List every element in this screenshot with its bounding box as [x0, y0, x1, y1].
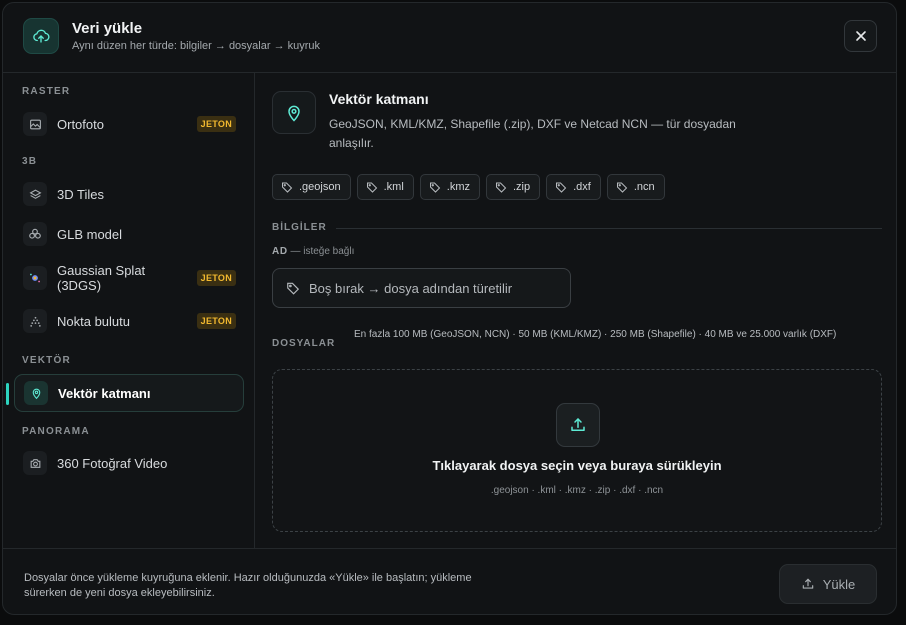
name-input[interactable]: Boş bırak → dosya adından türetilir [272, 268, 571, 308]
jeton-badge: JETON [196, 313, 236, 329]
layers-icon [23, 182, 47, 206]
sidebar-item-vektor-katmani[interactable]: Vektör katmanı [6, 374, 244, 412]
extension-chip: .geojson [272, 174, 351, 200]
tag-icon [496, 182, 507, 193]
dialog-header: Veri yükle Aynı düzen her türde: bilgile… [3, 3, 896, 73]
map-pin-icon [272, 91, 316, 134]
extension-chip: .kml [356, 174, 414, 200]
dialog-footer: Dosyalar önce yükleme kuyruğuna eklenir.… [3, 548, 896, 614]
upload-icon [802, 578, 813, 589]
group-label-raster: RASTER [22, 86, 71, 97]
cloud-upload-icon [23, 18, 59, 54]
group-label-panorama: PANORAMA [22, 426, 90, 437]
upload-dialog: Veri yükle Aynı düzen her türde: bilgile… [2, 2, 897, 615]
sidebar-item-label: 3D Tiles [57, 186, 104, 202]
close-icon [855, 31, 866, 41]
camera-icon [23, 451, 47, 475]
extension-chip: .zip [486, 174, 541, 200]
dialog-title: Veri yükle [72, 20, 143, 37]
extension-chip: .kmz [419, 174, 480, 200]
sidebar-item-label: Ortofoto [57, 116, 104, 132]
close-button[interactable] [844, 20, 877, 52]
jeton-badge: JETON [196, 116, 236, 132]
file-dropzone[interactable]: Tıklayarak dosya seçin veya buraya sürük… [272, 369, 882, 532]
type-sidebar: RASTER Ortofoto JETON 3B 3D Tiles GLB mo… [3, 73, 255, 548]
info-section-heading: BİLGİLER [272, 222, 327, 233]
tag-icon [282, 182, 293, 193]
dropzone-text: Tıklayarak dosya seçin veya buraya sürük… [432, 458, 722, 473]
type-title: Vektör katmanı [329, 91, 429, 107]
upload-icon [556, 403, 600, 447]
splat-icon [23, 266, 47, 290]
cubes-icon [23, 222, 47, 246]
map-pin-icon [24, 381, 48, 405]
sidebar-item-nokta-bulutu[interactable]: Nokta bulutu JETON [14, 304, 244, 338]
name-input-placeholder: Boş bırak → dosya adından türetilir [309, 280, 513, 296]
image-icon [23, 112, 47, 136]
name-field-label: AD — isteğe bağlı [272, 246, 355, 257]
extension-chip: .ncn [606, 174, 665, 200]
sidebar-item-gaussian-splat[interactable]: Gaussian Splat (3DGS) JETON [14, 257, 244, 299]
footer-note: Dosyalar önce yükleme kuyruğuna eklenir.… [24, 572, 472, 599]
point-cloud-icon [23, 309, 47, 333]
files-section-heading: DOSYALAR [272, 338, 336, 349]
dialog-subtitle: Aynı düzen her türde: bilgiler → dosyala… [72, 40, 321, 52]
group-label-vektor: VEKTÖR [22, 355, 71, 366]
extension-chips: .geojson .kml .kmz .zip .dxf .ncn [272, 174, 665, 200]
tag-icon [556, 182, 567, 193]
sidebar-item-glb-model[interactable]: GLB model [14, 217, 244, 251]
upload-button-label: Yükle [822, 576, 856, 592]
type-description: GeoJSON, KML/KMZ, Shapefile (.zip), DXF … [329, 117, 736, 150]
sidebar-item-label: 360 Fotoğraf Video [57, 455, 168, 471]
sidebar-item-ortofoto[interactable]: Ortofoto JETON [14, 107, 244, 141]
group-label-3b: 3B [22, 156, 38, 167]
tag-icon [287, 282, 300, 295]
tag-icon [616, 182, 628, 193]
sidebar-item-label: GLB model [57, 226, 123, 242]
sidebar-item-label: Gaussian Splat (3DGS) [57, 263, 146, 293]
dropzone-extensions: .geojson · .kml · .kmz · .zip · .dxf · .… [490, 485, 664, 496]
sidebar-item-360-video[interactable]: 360 Fotoğraf Video [14, 446, 244, 480]
tag-icon [429, 182, 440, 193]
tag-icon [366, 182, 377, 193]
sidebar-item-3d-tiles[interactable]: 3D Tiles [14, 177, 244, 211]
section-divider [336, 228, 882, 229]
jeton-badge: JETON [196, 270, 236, 286]
extension-chip: .dxf [546, 174, 601, 200]
file-size-limits: En fazla 100 MB (GeoJSON, NCN) · 50 MB (… [354, 329, 837, 340]
sidebar-item-label: Nokta bulutu [57, 313, 130, 329]
sidebar-item-label: Vektör katmanı [58, 385, 151, 401]
upload-button[interactable]: Yükle [779, 564, 877, 604]
main-panel: Vektör katmanı GeoJSON, KML/KMZ, Shapefi… [256, 73, 896, 548]
